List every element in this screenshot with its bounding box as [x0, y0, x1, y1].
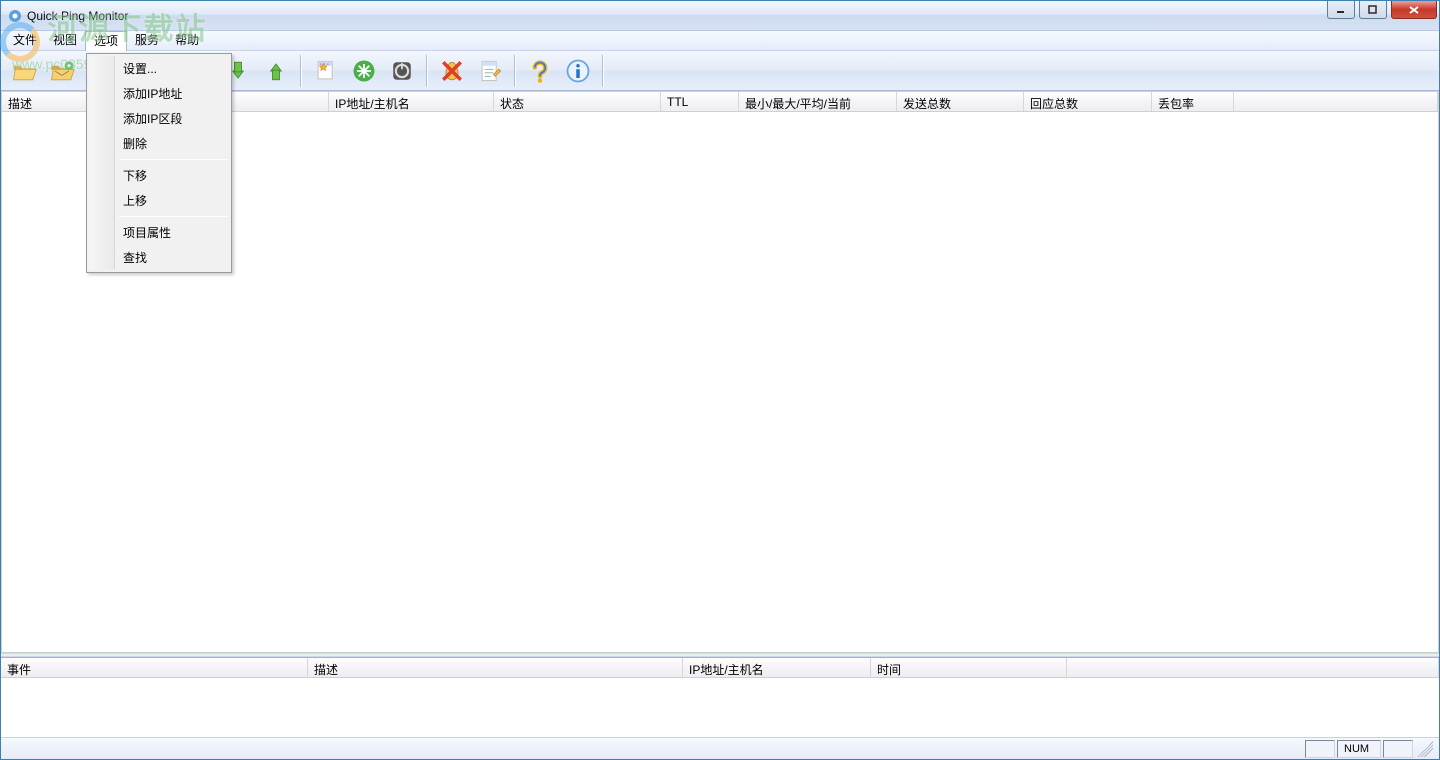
- col-ip-host[interactable]: IP地址/主机名: [329, 92, 494, 111]
- menu-move-down[interactable]: 下移: [89, 163, 229, 188]
- edit-note-icon[interactable]: [473, 54, 507, 88]
- col-status[interactable]: 状态: [494, 92, 661, 111]
- menu-options[interactable]: 选项: [85, 31, 127, 51]
- ecol-time[interactable]: 时间: [871, 658, 1067, 677]
- arrow-up-icon[interactable]: [259, 54, 293, 88]
- mail-icon[interactable]: [45, 54, 79, 88]
- toolbar-separator: [514, 55, 516, 87]
- minimize-button[interactable]: [1327, 1, 1355, 19]
- ecol-description[interactable]: 描述: [308, 658, 683, 677]
- window-title: Quick Ping Monitor: [27, 9, 128, 23]
- status-cell-1: [1305, 740, 1335, 758]
- col-loss[interactable]: 丢包率: [1152, 92, 1234, 111]
- status-cell-num: NUM: [1337, 740, 1381, 758]
- menu-settings[interactable]: 设置...: [89, 56, 229, 81]
- menu-service[interactable]: 服务: [127, 31, 167, 50]
- info-icon[interactable]: [561, 54, 595, 88]
- menu-item-properties[interactable]: 项目属性: [89, 220, 229, 245]
- ecol-spacer: [1067, 658, 1439, 677]
- menu-find[interactable]: 查找: [89, 245, 229, 270]
- window-controls: [1327, 1, 1439, 19]
- delete-bug-icon[interactable]: [435, 54, 469, 88]
- maximize-button[interactable]: [1359, 1, 1387, 19]
- close-button[interactable]: [1391, 1, 1437, 19]
- menu-add-ip[interactable]: 添加IP地址: [89, 81, 229, 106]
- status-cell-3: [1383, 740, 1413, 758]
- notes-star-icon[interactable]: [309, 54, 343, 88]
- toolbar-separator: [426, 55, 428, 87]
- menu-file[interactable]: 文件: [5, 31, 45, 50]
- stop-icon[interactable]: [385, 54, 419, 88]
- titlebar[interactable]: Quick Ping Monitor: [1, 1, 1439, 31]
- col-reply[interactable]: 回应总数: [1024, 92, 1152, 111]
- toolbar-separator: [300, 55, 302, 87]
- menu-help[interactable]: 帮助: [167, 31, 207, 50]
- event-log: 事件 描述 IP地址/主机名 时间: [1, 657, 1439, 737]
- col-spacer: [1234, 92, 1438, 111]
- menu-view[interactable]: 视图: [45, 31, 85, 50]
- col-sent[interactable]: 发送总数: [897, 92, 1024, 111]
- statusbar: NUM: [1, 737, 1439, 759]
- open-folder-icon[interactable]: [7, 54, 41, 88]
- ecol-ip-host[interactable]: IP地址/主机名: [683, 658, 871, 677]
- help-icon[interactable]: [523, 54, 557, 88]
- resize-grip-icon[interactable]: [1417, 741, 1433, 757]
- menu-add-ip-range[interactable]: 添加IP区段: [89, 106, 229, 131]
- event-log-header[interactable]: 事件 描述 IP地址/主机名 时间: [1, 658, 1439, 678]
- menu-move-up[interactable]: 上移: [89, 188, 229, 213]
- menu-delete[interactable]: 删除: [89, 131, 229, 156]
- options-dropdown-menu: 设置... 添加IP地址 添加IP区段 删除 下移 上移 项目属性 查找: [86, 53, 232, 273]
- menu-separator: [119, 216, 227, 217]
- menubar: 文件 视图 选项 服务 帮助: [1, 31, 1439, 51]
- app-icon: [7, 8, 23, 24]
- col-min-max-avg[interactable]: 最小/最大/平均/当前: [739, 92, 897, 111]
- menu-separator: [119, 159, 227, 160]
- toolbar-separator: [602, 55, 604, 87]
- event-log-body[interactable]: [1, 678, 1439, 737]
- ecol-event[interactable]: 事件: [1, 658, 308, 677]
- refresh-green-icon[interactable]: [347, 54, 381, 88]
- col-ttl[interactable]: TTL: [661, 92, 739, 111]
